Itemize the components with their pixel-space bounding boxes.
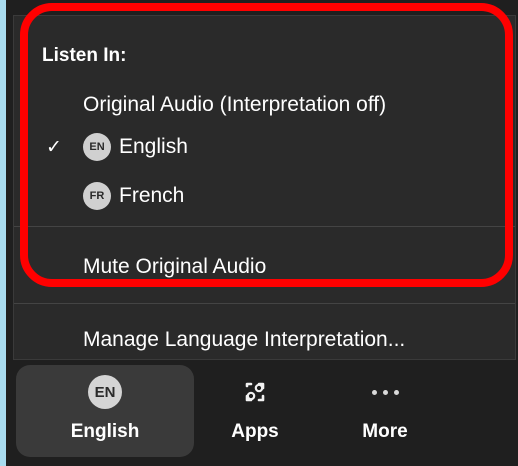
menu-item-label: English (119, 135, 188, 158)
checkmark-icon: ✓ (46, 136, 62, 158)
more-button[interactable]: More (296, 365, 474, 457)
language-interpretation-menu: Listen In: Original Audio (Interpretatio… (13, 15, 516, 360)
menu-item-label: Original Audio (Interpretation off) (83, 93, 387, 116)
apps-icon (238, 375, 272, 409)
menu-item-label: French (119, 184, 185, 207)
menu-item-original-audio[interactable]: Original Audio (Interpretation off) (14, 86, 515, 124)
menu-item-manage-language-interpretation[interactable]: Manage Language Interpretation... (14, 321, 515, 359)
menu-item-label: Mute Original Audio (83, 255, 267, 278)
toolbar-button-label: More (362, 421, 408, 442)
language-badge-icon: EN (88, 375, 122, 409)
menu-item-mute-original-audio[interactable]: Mute Original Audio (14, 248, 515, 286)
menu-divider (14, 226, 515, 227)
menu-divider (14, 303, 515, 304)
english-language-badge-icon: EN (83, 133, 111, 161)
french-language-badge-icon: FR (83, 182, 111, 210)
more-dots-icon (368, 375, 402, 409)
menu-item-french[interactable]: FR French (14, 177, 515, 215)
menu-item-label: Manage Language Interpretation... (83, 328, 406, 351)
menu-title: Listen In: (42, 45, 127, 66)
meeting-toolbar: EN English Apps More (6, 360, 518, 466)
menu-item-english[interactable]: ✓ EN English (14, 128, 515, 166)
